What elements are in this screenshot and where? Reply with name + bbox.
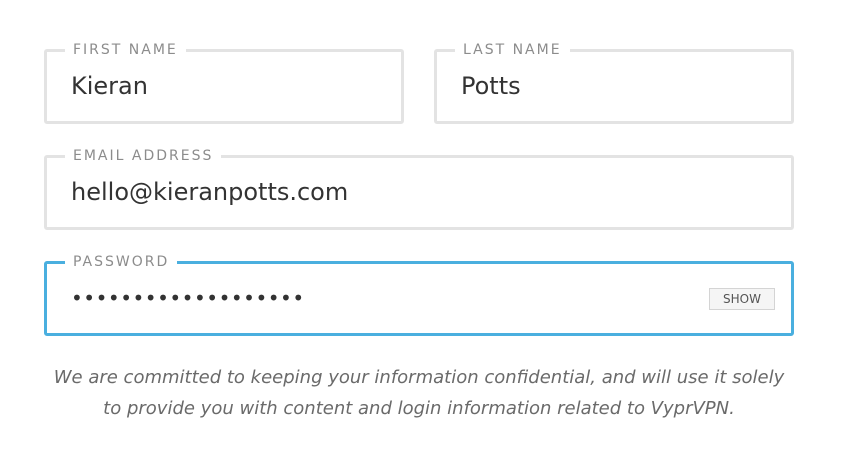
privacy-disclaimer: We are committed to keeping your informa…	[53, 367, 785, 419]
last-name-field[interactable]: LAST NAME Potts	[434, 40, 794, 124]
password-label: PASSWORD	[65, 252, 178, 272]
last-name-label: LAST NAME	[455, 40, 570, 60]
password-input[interactable]: •••••••••••••••••••	[71, 285, 305, 311]
password-field[interactable]: PASSWORD ••••••••••••••••••• SHOW	[44, 252, 794, 336]
first-name-label: FIRST NAME	[65, 40, 186, 60]
email-field[interactable]: EMAIL ADDRESS hello@kieranpotts.com	[44, 146, 794, 230]
last-name-input[interactable]: Potts	[461, 71, 855, 101]
email-label: EMAIL ADDRESS	[65, 146, 222, 166]
email-input[interactable]: hello@kieranpotts.com	[71, 177, 671, 207]
first-name-field[interactable]: FIRST NAME Kieran	[44, 40, 404, 124]
show-password-button[interactable]: SHOW	[709, 288, 775, 310]
